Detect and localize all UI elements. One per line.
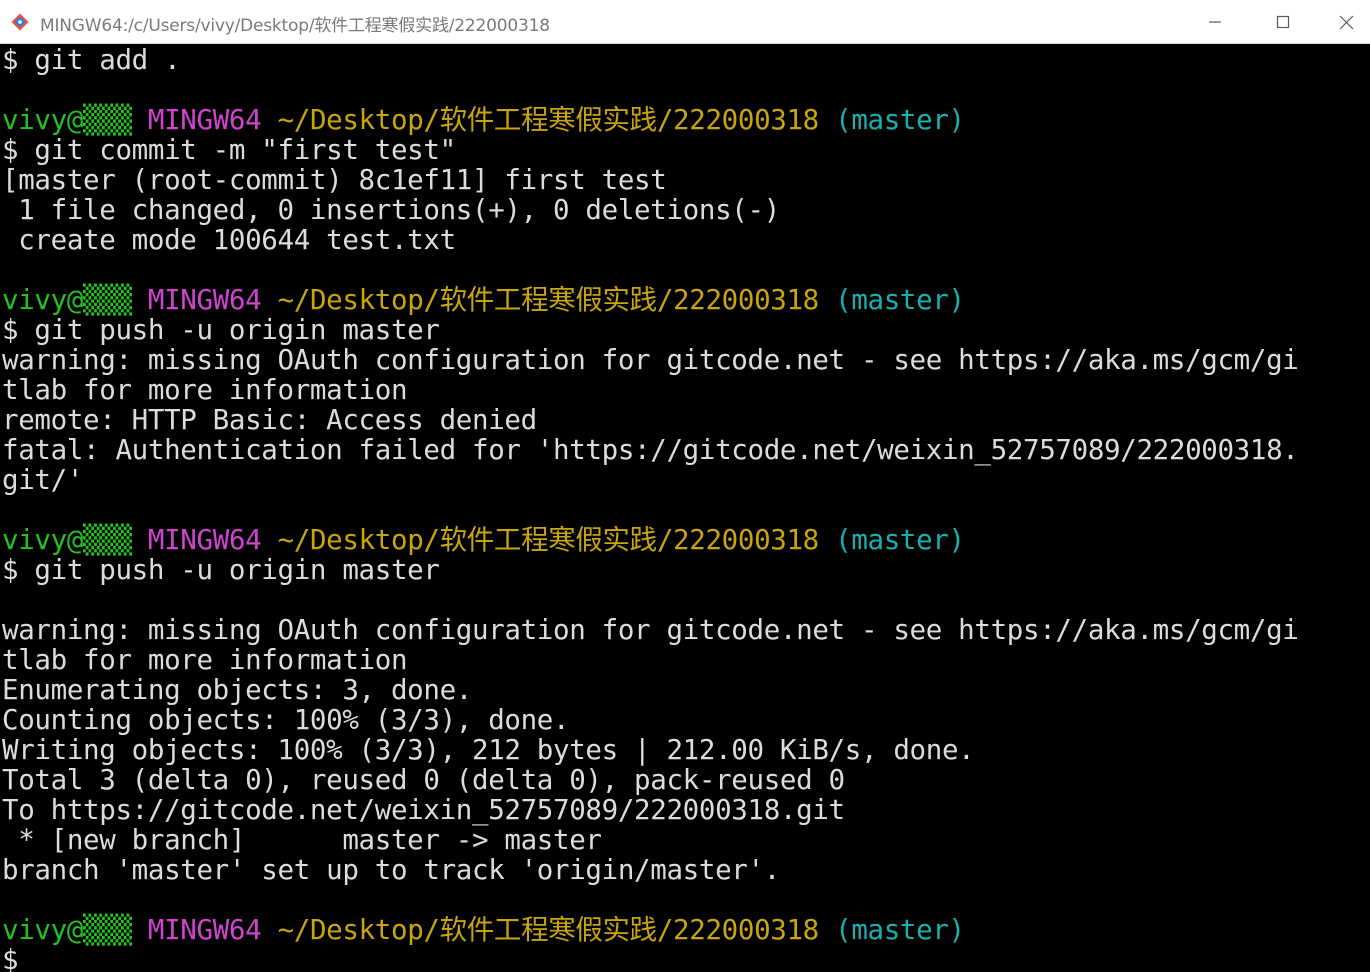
terminal-output[interactable]: $ git add . vivy@▒▒▒ MINGW64 ~/Desktop/软… [0, 45, 1370, 972]
output-line: create mode 100644 test.txt [2, 224, 456, 256]
prompt-user: vivy@ [2, 284, 84, 316]
prompt-branch: (master) [835, 914, 965, 946]
output-line: $ [2, 944, 19, 972]
output-line: tlab for more information [2, 374, 408, 406]
prompt-hostmark: ▒▒▒ [83, 524, 132, 556]
close-button[interactable] [1322, 0, 1370, 44]
output-line: warning: missing OAuth configuration for… [2, 614, 1299, 646]
output-line: [master (root-commit) 8c1ef11] first tes… [2, 164, 667, 196]
prompt-user: vivy@ [2, 524, 84, 556]
output-line: $ git push -u origin master [2, 314, 440, 346]
prompt-path: ~/Desktop/软件工程寒假实践/222000318 [277, 104, 820, 136]
minimize-button[interactable] [1186, 0, 1244, 44]
prompt-branch: (master) [835, 284, 965, 316]
prompt-path: ~/Desktop/软件工程寒假实践/222000318 [277, 914, 820, 946]
prompt-host: MINGW64 [147, 104, 262, 136]
output-line: Total 3 (delta 0), reused 0 (delta 0), p… [2, 764, 845, 796]
output-line: To https://gitcode.net/weixin_52757089/2… [2, 794, 845, 826]
prompt-hostmark: ▒▒▒ [83, 104, 132, 136]
window-title: MINGW64:/c/Users/vivy/Desktop/软件工程寒假实践/2… [40, 16, 550, 36]
close-icon [1339, 15, 1353, 29]
prompt-line: vivy@▒▒▒ MINGW64 ~/Desktop/软件工程寒假实践/2220… [0, 525, 1370, 555]
maximize-button[interactable] [1254, 0, 1312, 44]
output-line: branch 'master' set up to track 'origin/… [2, 854, 780, 886]
prompt-host: MINGW64 [147, 914, 262, 946]
title-bar[interactable]: MINGW64:/c/Users/vivy/Desktop/软件工程寒假实践/2… [0, 0, 1370, 44]
output-line: git/' [2, 464, 84, 496]
prompt-branch: (master) [835, 524, 965, 556]
output-line: $ git push -u origin master [2, 554, 440, 586]
terminal-window: MINGW64:/c/Users/vivy/Desktop/软件工程寒假实践/2… [0, 0, 1370, 972]
output-line: tlab for more information [2, 644, 408, 676]
output-line: remote: HTTP Basic: Access denied [2, 404, 537, 436]
prompt-branch: (master) [835, 104, 965, 136]
prompt-user: vivy@ [2, 914, 84, 946]
prompt-host: MINGW64 [147, 284, 262, 316]
output-line: warning: missing OAuth configuration for… [2, 344, 1299, 376]
output-line: Counting objects: 100% (3/3), done. [2, 704, 570, 736]
prompt-line: vivy@▒▒▒ MINGW64 ~/Desktop/软件工程寒假实践/2220… [0, 285, 1370, 315]
output-line: 1 file changed, 0 insertions(+), 0 delet… [2, 194, 780, 226]
git-bash-icon [11, 13, 29, 31]
prompt-host: MINGW64 [147, 524, 262, 556]
minimize-icon [1209, 21, 1221, 23]
prompt-line: vivy@▒▒▒ MINGW64 ~/Desktop/软件工程寒假实践/2220… [0, 105, 1370, 135]
prompt-line: vivy@▒▒▒ MINGW64 ~/Desktop/软件工程寒假实践/2220… [0, 915, 1370, 945]
output-line: $ git add . [2, 45, 181, 76]
output-line: fatal: Authentication failed for 'https:… [2, 434, 1299, 466]
prompt-user: vivy@ [2, 104, 84, 136]
output-line: * [new branch] master -> master [2, 824, 602, 856]
maximize-icon [1276, 15, 1290, 29]
prompt-hostmark: ▒▒▒ [83, 284, 132, 316]
output-line: $ git commit -m "first test" [2, 134, 456, 166]
prompt-hostmark: ▒▒▒ [83, 914, 132, 946]
prompt-path: ~/Desktop/软件工程寒假实践/222000318 [277, 524, 820, 556]
output-line: Enumerating objects: 3, done. [2, 674, 472, 706]
prompt-path: ~/Desktop/软件工程寒假实践/222000318 [277, 284, 820, 316]
output-line: Writing objects: 100% (3/3), 212 bytes |… [2, 734, 975, 766]
